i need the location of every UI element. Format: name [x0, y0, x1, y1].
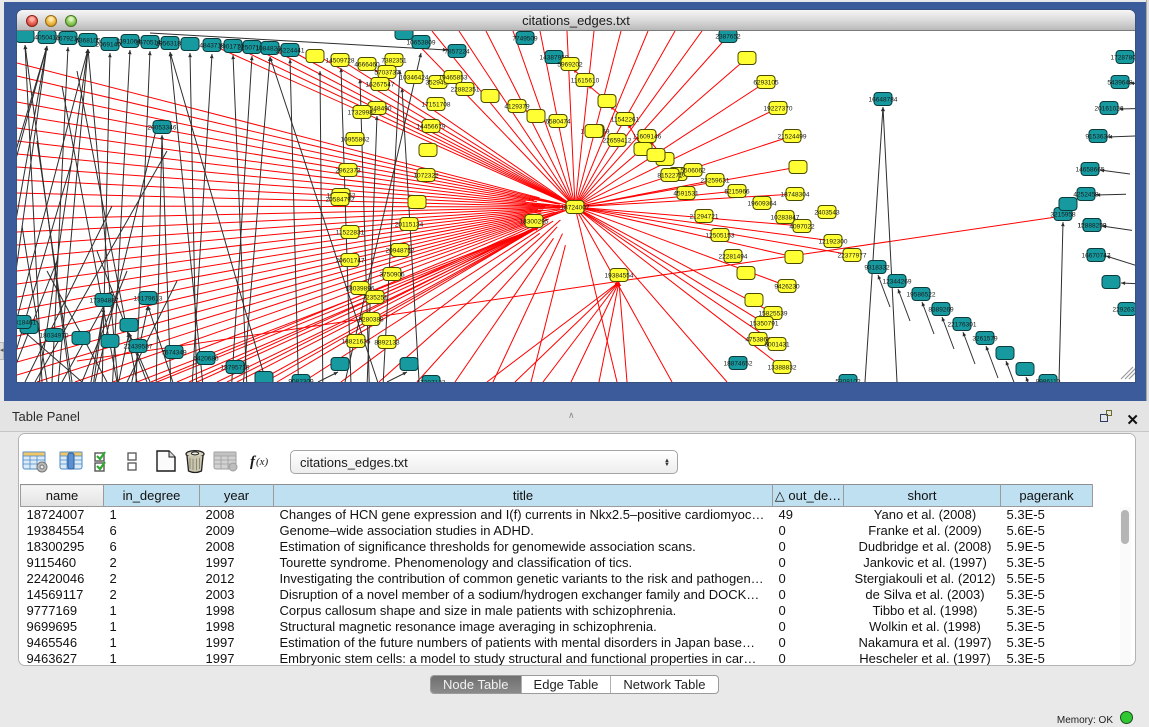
svg-text:17287807: 17287807 — [1111, 55, 1135, 62]
svg-text:18795716: 18795716 — [221, 365, 250, 372]
svg-text:3280388: 3280388 — [358, 317, 384, 324]
svg-text:5703737: 5703737 — [374, 70, 400, 77]
svg-text:19586522: 19586522 — [907, 292, 936, 299]
svg-text:15350791: 15350791 — [750, 321, 779, 328]
svg-text:5969202: 5969202 — [557, 62, 583, 69]
svg-text:11609146: 11609146 — [633, 134, 662, 141]
svg-text:18821635: 18821635 — [342, 339, 371, 346]
svg-text:17394887: 17394887 — [90, 298, 119, 305]
svg-text:10955862: 10955862 — [341, 137, 370, 144]
svg-text:7235251: 7235251 — [362, 295, 388, 302]
svg-text:6215966: 6215966 — [724, 189, 750, 196]
svg-text:2403543: 2403543 — [814, 210, 840, 217]
svg-text:7749509: 7749509 — [512, 36, 538, 43]
svg-text:9082309: 9082309 — [288, 379, 314, 383]
svg-text:12888253: 12888253 — [1078, 223, 1107, 230]
svg-text:4666460: 4666460 — [354, 62, 380, 69]
svg-text:16267547: 16267547 — [366, 82, 395, 89]
svg-text:11615610: 11615610 — [571, 78, 600, 85]
svg-text:16224441: 16224441 — [276, 48, 305, 55]
svg-text:7382351: 7382351 — [381, 58, 407, 65]
svg-text:17329982: 17329982 — [348, 110, 377, 117]
svg-text:22176301: 22176301 — [948, 322, 977, 329]
svg-text:(x): (x) — [256, 456, 269, 468]
svg-text:1072322: 1072322 — [413, 173, 439, 180]
svg-text:8389269: 8389269 — [928, 307, 954, 314]
svg-text:19384554: 19384554 — [605, 273, 634, 280]
svg-text:23259631: 23259631 — [701, 178, 730, 185]
svg-text:8152271: 8152271 — [657, 173, 683, 180]
svg-text:14658665: 14658665 — [1076, 167, 1105, 174]
svg-text:5439648: 5439648 — [1107, 80, 1133, 87]
svg-text:4097022: 4097022 — [789, 224, 815, 231]
svg-text:11542261: 11542261 — [611, 117, 640, 124]
svg-text:6293105: 6293105 — [753, 80, 779, 87]
svg-text:9318332: 9318332 — [864, 265, 890, 272]
svg-text:13388832: 13388832 — [768, 365, 797, 372]
svg-text:11522831: 11522831 — [336, 230, 365, 237]
svg-text:2387652: 2387652 — [715, 34, 741, 41]
svg-text:12192300: 12192300 — [819, 239, 848, 246]
svg-text:17151708: 17151708 — [422, 102, 451, 109]
svg-text:22882351: 22882351 — [451, 87, 480, 94]
svg-text:6001431: 6001431 — [764, 342, 790, 349]
svg-text:18724007: 18724007 — [561, 205, 590, 212]
svg-text:7857224: 7857224 — [444, 49, 470, 56]
svg-text:6420686: 6420686 — [193, 356, 219, 363]
svg-text:12505153: 12505153 — [706, 233, 735, 240]
svg-text:10653809: 10653809 — [407, 40, 436, 47]
svg-text:19465853: 19465853 — [439, 75, 468, 82]
svg-text:22377977: 22377977 — [838, 253, 867, 260]
svg-text:2962373: 2962373 — [335, 168, 361, 175]
svg-text:14509728: 14509728 — [326, 58, 355, 65]
svg-text:21294721: 21294721 — [690, 214, 719, 221]
svg-text:4252458: 4252458 — [1073, 192, 1099, 199]
svg-text:18300295: 18300295 — [520, 219, 549, 226]
svg-text:21524499: 21524499 — [778, 134, 807, 141]
svg-text:14456679: 14456679 — [417, 124, 446, 131]
svg-text:9426230: 9426230 — [774, 284, 800, 291]
svg-text:5308102: 5308102 — [835, 379, 861, 383]
svg-text:20053346: 20053346 — [148, 125, 177, 132]
svg-text:5506062: 5506062 — [680, 168, 706, 175]
svg-text:3750906: 3750906 — [379, 272, 405, 279]
svg-text:20948752: 20948752 — [386, 248, 415, 255]
svg-text:12344269: 12344269 — [883, 279, 912, 286]
svg-text:9153634: 9153634 — [1085, 134, 1111, 141]
svg-text:18034970: 18034970 — [40, 333, 69, 340]
svg-text:22439587: 22439587 — [124, 344, 153, 351]
svg-text:8892133: 8892133 — [374, 340, 400, 347]
svg-text:22926327: 22926327 — [1113, 307, 1135, 314]
svg-text:20161026: 20161026 — [1095, 106, 1124, 113]
svg-text:19563180: 19563180 — [156, 41, 185, 48]
svg-text:11318461: 11318461 — [17, 320, 37, 327]
svg-text:22659412: 22659412 — [603, 138, 632, 145]
svg-text:4591531: 4591531 — [673, 191, 699, 198]
svg-text:16648784: 16648784 — [869, 97, 898, 104]
svg-text:16670747: 16670747 — [1082, 253, 1111, 260]
svg-text:20115134: 20115134 — [395, 222, 424, 229]
svg-text:6580474: 6580474 — [545, 119, 571, 126]
svg-text:19609364: 19609364 — [748, 201, 777, 208]
svg-text:19227370: 19227370 — [764, 106, 793, 113]
svg-text:20601747: 20601747 — [336, 258, 365, 265]
svg-text:3261579: 3261579 — [972, 336, 998, 343]
svg-text:8986110: 8986110 — [1036, 379, 1061, 383]
svg-text:7674349: 7674349 — [161, 350, 187, 357]
svg-text:18874652: 18874652 — [724, 361, 753, 368]
svg-text:3215958: 3215958 — [1050, 212, 1076, 219]
svg-text:17307133: 17307133 — [417, 380, 446, 383]
svg-text:18748304: 18748304 — [781, 192, 810, 199]
svg-text:13179613: 13179613 — [134, 296, 163, 303]
svg-text:20584792: 20584792 — [326, 197, 355, 204]
svg-text:4129379: 4129379 — [504, 104, 530, 111]
svg-text:22281494: 22281494 — [719, 254, 748, 261]
svg-text:10283847: 10283847 — [771, 215, 800, 222]
